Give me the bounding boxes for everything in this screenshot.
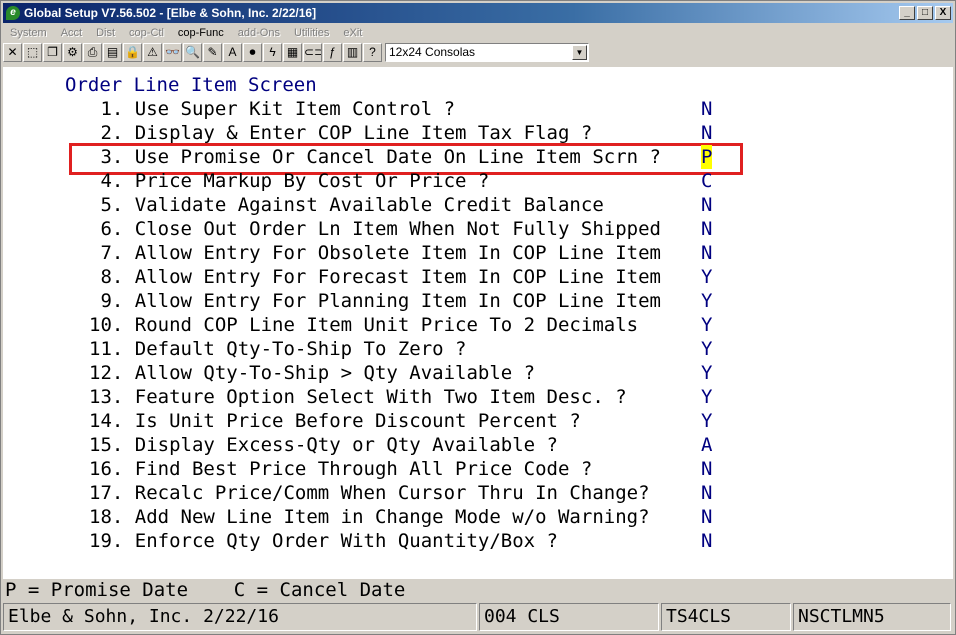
font-icon[interactable]: A xyxy=(223,42,242,62)
option-value[interactable]: N xyxy=(701,217,712,241)
menu-item-dist[interactable]: Dist xyxy=(89,27,122,39)
link-icon[interactable]: ⊂⊃ xyxy=(303,42,322,62)
option-label: 7. Allow Entry For Obsolete Item In COP … xyxy=(89,242,661,264)
close-button[interactable]: X xyxy=(935,6,951,20)
title-bar[interactable]: e Global Setup V7.56.502 - [Elbe & Sohn,… xyxy=(3,3,953,23)
option-value[interactable]: N xyxy=(701,97,712,121)
status-code: 004 CLS xyxy=(479,603,659,631)
option-label: 2. Display & Enter COP Line Item Tax Fla… xyxy=(89,122,593,144)
status-program: NSCTLMN5 xyxy=(793,603,951,631)
calc-icon[interactable]: ▦ xyxy=(283,42,302,62)
menu-item-cop-ctl[interactable]: cop-Ctl xyxy=(122,27,171,39)
select-icon[interactable]: ⬚ xyxy=(23,42,42,62)
option-label: 14. Is Unit Price Before Discount Percen… xyxy=(89,410,581,432)
notes-icon[interactable]: ▤ xyxy=(103,42,122,62)
warning-icon[interactable]: ⚠ xyxy=(143,42,162,62)
option-value[interactable]: P xyxy=(701,145,713,169)
option-value[interactable]: N xyxy=(701,457,712,481)
menu-item-add-ons[interactable]: add-Ons xyxy=(231,27,287,39)
option-value[interactable]: N xyxy=(701,121,712,145)
option-value[interactable]: C xyxy=(701,169,712,193)
option-label: 17. Recalc Price/Comm When Cursor Thru I… xyxy=(89,482,650,504)
menu-item-cop-func[interactable]: cop-Func xyxy=(171,27,231,39)
option-label: 8. Allow Entry For Forecast Item In COP … xyxy=(89,266,661,288)
option-label: 19. Enforce Qty Order With Quantity/Box … xyxy=(89,530,558,552)
option-value[interactable]: Y xyxy=(701,313,712,337)
option-label: 4. Price Markup By Cost Or Price ? xyxy=(89,170,490,192)
lightning-icon[interactable]: ϟ xyxy=(263,42,282,62)
save-icon[interactable]: ▥ xyxy=(343,42,362,62)
option-label: 5. Validate Against Available Credit Bal… xyxy=(89,194,604,216)
font-select-value: 12x24 Consolas xyxy=(389,45,476,59)
option-label: 15. Display Excess-Qty or Qty Available … xyxy=(89,434,558,456)
function-icon[interactable]: ƒ xyxy=(323,42,342,62)
status-company: Elbe & Sohn, Inc. 2/22/16 xyxy=(3,603,477,631)
option-label: 13. Feature Option Select With Two Item … xyxy=(89,386,627,408)
option-label: 1. Use Super Kit Item Control ? xyxy=(89,98,456,120)
menu-item-utilities[interactable]: Utilities xyxy=(287,27,336,39)
option-label: 9. Allow Entry For Planning Item In COP … xyxy=(89,290,661,312)
binoculars-icon[interactable]: 👓 xyxy=(163,42,182,62)
menu-item-system[interactable]: System xyxy=(3,27,54,39)
menu-bar: System Acct Dist cop-Ctl cop-Func add-Ons Util… xyxy=(3,24,369,42)
settings-icon[interactable]: ⚙ xyxy=(63,42,82,62)
close-icon[interactable]: ✕ xyxy=(3,42,22,62)
terminal-screen[interactable]: Order Line Item Screen 1. Use Super Kit … xyxy=(3,67,953,579)
font-size-select[interactable]: 12x24 Consolas ▼ xyxy=(385,42,589,62)
option-label: 10. Round COP Line Item Unit Price To 2 … xyxy=(89,314,639,336)
help-pointer-icon[interactable]: ? xyxy=(363,42,382,62)
edit-icon[interactable]: ✎ xyxy=(203,42,222,62)
menu-item-acct[interactable]: Acct xyxy=(54,27,89,39)
option-value[interactable]: N xyxy=(701,193,712,217)
option-label: 12. Allow Qty-To-Ship > Qty Available ? xyxy=(89,362,536,384)
restore-button[interactable]: □ xyxy=(917,6,933,20)
screen-heading: Order Line Item Screen xyxy=(65,74,317,96)
option-value[interactable]: N xyxy=(701,241,712,265)
lock-icon[interactable]: 🔒 xyxy=(123,42,142,62)
toolbar: ✕⬚❐⚙⎙▤🔒⚠👓🔍✎A⏺ϟ▦⊂⊃ƒ▥? 12x24 Consolas ▼ xyxy=(3,41,953,63)
option-value[interactable]: Y xyxy=(701,361,712,385)
option-label: 6. Close Out Order Ln Item When Not Full… xyxy=(89,218,661,240)
option-label: 18. Add New Line Item in Change Mode w/o… xyxy=(89,506,650,528)
option-value[interactable]: Y xyxy=(701,289,712,313)
status-terminal: TS4CLS xyxy=(661,603,791,631)
status-bar: Elbe & Sohn, Inc. 2/22/16 004 CLS TS4CLS… xyxy=(3,603,953,632)
print-icon[interactable]: ⎙ xyxy=(83,42,102,62)
option-label: 3. Use Promise Or Cancel Date On Line It… xyxy=(89,146,661,168)
option-value[interactable]: Y xyxy=(701,265,712,289)
option-value[interactable]: A xyxy=(701,433,712,457)
copy-icon[interactable]: ❐ xyxy=(43,42,62,62)
minimize-button[interactable]: _ xyxy=(899,6,915,20)
option-value[interactable]: N xyxy=(701,505,712,529)
chevron-down-icon[interactable]: ▼ xyxy=(572,44,587,60)
menu-item-exit[interactable]: eXit xyxy=(336,27,369,39)
zoom-icon[interactable]: 🔍 xyxy=(183,42,202,62)
window-title: Global Setup V7.56.502 - [Elbe & Sohn, I… xyxy=(24,6,317,20)
option-label: 16. Find Best Price Through All Price Co… xyxy=(89,458,593,480)
app-window: e Global Setup V7.56.502 - [Elbe & Sohn,… xyxy=(0,0,956,635)
option-value[interactable]: Y xyxy=(701,409,712,433)
app-logo-icon: e xyxy=(6,6,20,20)
option-value[interactable]: Y xyxy=(701,385,712,409)
record-icon[interactable]: ⏺ xyxy=(243,42,262,62)
option-value[interactable]: Y xyxy=(701,337,712,361)
prompt-line: P = Promise Date C = Cancel Date xyxy=(3,579,953,601)
option-value[interactable]: N xyxy=(701,481,712,505)
option-value[interactable]: N xyxy=(701,529,712,553)
option-label: 11. Default Qty-To-Ship To Zero ? xyxy=(89,338,467,360)
